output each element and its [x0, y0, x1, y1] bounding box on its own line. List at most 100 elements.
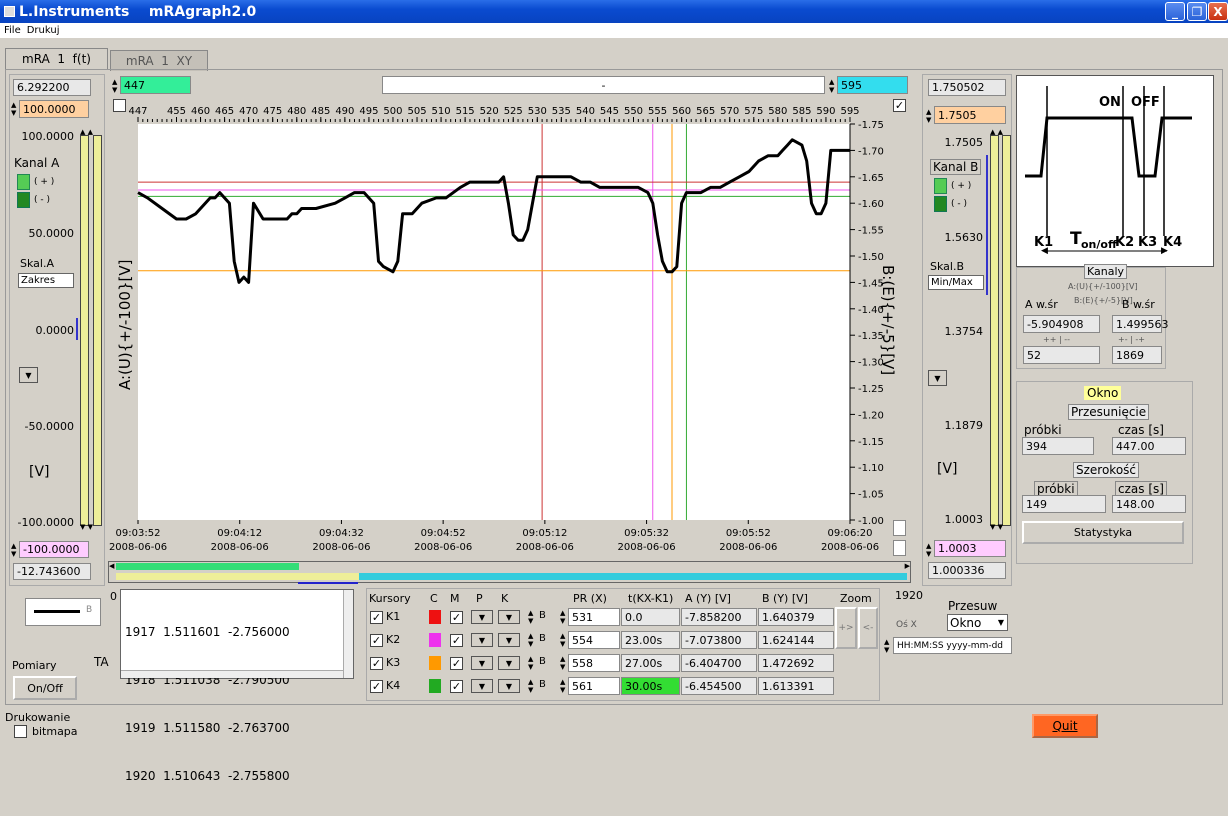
cursor-p-dropdown[interactable]: ▼: [471, 656, 493, 670]
cursor-pr-spinner[interactable]: ▲ ▼: [560, 632, 565, 648]
b-max-field[interactable]: 1.7505: [934, 106, 1006, 124]
onoff-button[interactable]: On/Off: [13, 676, 77, 700]
start-field[interactable]: 447: [120, 76, 191, 94]
list-hscroll[interactable]: [121, 670, 343, 678]
cursor-k-dropdown[interactable]: ▼: [498, 679, 520, 693]
cursor-m-checkbox[interactable]: ✓: [450, 680, 463, 693]
cursor-color-swatch[interactable]: [429, 656, 441, 670]
a-min-slider[interactable]: [93, 135, 102, 526]
cursor-pr-spinner[interactable]: ▲ ▼: [560, 678, 565, 694]
range-marker: [298, 582, 358, 584]
b-down-button[interactable]: ▼: [928, 370, 947, 386]
a-max-slider[interactable]: [80, 135, 89, 526]
start-spinner[interactable]: ▲ ▼: [112, 78, 117, 94]
tab-ft[interactable]: mRA 1 f(t): [5, 48, 108, 69]
list-vscroll[interactable]: [343, 590, 353, 678]
cursor-ab-spinner[interactable]: ▲ ▼: [528, 609, 533, 625]
kanal-a-plus-label: ( + ): [34, 177, 55, 187]
cursor-ab-spinner[interactable]: ▲ ▼: [528, 655, 533, 671]
cursor-color-swatch[interactable]: [429, 633, 441, 647]
cursor-ab-spinner[interactable]: ▲ ▼: [528, 678, 533, 694]
range-scroller[interactable]: ◀ ▶: [108, 561, 911, 583]
cursor-pr-field[interactable]: 554: [568, 631, 620, 649]
right-small-box-2[interactable]: [893, 540, 906, 556]
skal-a-select[interactable]: Zakres: [18, 273, 74, 288]
y-tick-label: -1.55: [858, 226, 884, 237]
range-left-arrow[interactable]: ◀: [109, 562, 114, 570]
cursor-enable-checkbox[interactable]: ✓: [370, 611, 383, 624]
cursor-k-dropdown[interactable]: ▼: [498, 633, 520, 647]
list-zero-label: 0: [110, 590, 117, 603]
x-tick-label: 495: [359, 106, 378, 117]
cursor-m-checkbox[interactable]: ✓: [450, 611, 463, 624]
statystyka-button[interactable]: Statystyka: [1022, 521, 1184, 544]
time-format-field[interactable]: HH:MM:SS yyyy-mm-dd: [893, 637, 1012, 654]
data-list[interactable]: 1917 1.511601 -2.756000 1918 1.511038 -2…: [120, 589, 354, 783]
b-min-slider[interactable]: [1002, 135, 1011, 526]
b-tick-3: 1.3754: [944, 325, 984, 338]
cursor-pr-spinner[interactable]: ▲ ▼: [560, 655, 565, 671]
cursor-p-dropdown[interactable]: ▼: [471, 633, 493, 647]
right-small-box-1[interactable]: [893, 520, 906, 536]
kanal-a-minus-led[interactable]: [17, 192, 30, 208]
cursor-pr-field[interactable]: 561: [568, 677, 620, 695]
x-tick-label: 455: [167, 106, 186, 117]
b-small-label: +- | -+: [1118, 335, 1145, 344]
b-max-spinner[interactable]: ▲ ▼: [926, 108, 931, 124]
cursor-pr-field[interactable]: 531: [568, 608, 620, 626]
b-min-spinner[interactable]: ▲ ▼: [926, 542, 931, 558]
a-down-button[interactable]: ▼: [19, 367, 38, 383]
menu-drukuj[interactable]: Drukuj: [27, 25, 60, 36]
end-spinner[interactable]: ▲ ▼: [829, 78, 834, 94]
a-tick-3: 0.0000: [35, 324, 75, 337]
menu-file[interactable]: File: [4, 25, 21, 36]
cursor-pr-spinner[interactable]: ▲ ▼: [560, 609, 565, 625]
a-min-spinner[interactable]: ▲ ▼: [11, 542, 16, 558]
cursor-color-swatch[interactable]: [429, 679, 441, 693]
cursor-enable-checkbox[interactable]: ✓: [370, 680, 383, 693]
close-button[interactable]: X: [1208, 2, 1228, 21]
b-min-field[interactable]: 1.0003: [934, 540, 1006, 557]
end-field[interactable]: 595: [837, 76, 908, 94]
zoom-in-button[interactable]: +>: [835, 607, 857, 649]
przesuw-select[interactable]: Okno ▼: [947, 614, 1008, 631]
cursor-k-dropdown[interactable]: ▼: [498, 656, 520, 670]
range-right-arrow[interactable]: ▶: [905, 562, 910, 570]
x-tick-label: 535: [552, 106, 571, 117]
cursor-p-dropdown[interactable]: ▼: [471, 610, 493, 624]
przesuw-label: Przesuw: [948, 599, 998, 613]
cursor-enable-checkbox[interactable]: ✓: [370, 657, 383, 670]
kanal-b-minus-led[interactable]: [934, 196, 947, 212]
cursor-m-checkbox[interactable]: ✓: [450, 634, 463, 647]
chart-title-field[interactable]: -: [382, 76, 825, 94]
b-max-slider[interactable]: [990, 135, 999, 526]
skal-b-select[interactable]: Min/Max: [928, 275, 984, 290]
cursor-pr-field[interactable]: 558: [568, 654, 620, 672]
range-window-green: [116, 563, 299, 570]
minimize-button[interactable]: _: [1165, 2, 1185, 21]
bitmapa-checkbox[interactable]: [14, 725, 27, 738]
cursor-t-value: 23.00s: [621, 631, 680, 649]
date-tick-label: 2008-06-06: [414, 542, 472, 553]
format-spinner[interactable]: ▲ ▼: [884, 638, 889, 654]
cursor-p-dropdown[interactable]: ▼: [471, 679, 493, 693]
cursor-enable-checkbox[interactable]: ✓: [370, 634, 383, 647]
diagram-k1: K1: [1034, 235, 1053, 250]
cursor-m-checkbox[interactable]: ✓: [450, 657, 463, 670]
a-max-spinner[interactable]: ▲ ▼: [11, 101, 16, 117]
x-tick-label: 470: [239, 106, 258, 117]
cursor-b-value: 1.624144: [758, 631, 834, 649]
a-max-field[interactable]: 100.0000: [19, 100, 89, 118]
chart[interactable]: 447 455 460 465 470 475 480 485 490 495 500 505 510 5…: [108, 100, 918, 560]
tab-xy[interactable]: mRA 1 XY: [110, 50, 208, 71]
cursor-ab-spinner[interactable]: ▲ ▼: [528, 632, 533, 648]
cursor-k-dropdown[interactable]: ▼: [498, 610, 520, 624]
maximize-button[interactable]: ❐: [1187, 2, 1207, 21]
kanal-a-plus-led[interactable]: [17, 174, 30, 190]
x-tick-label: 560: [672, 106, 691, 117]
a-min-field[interactable]: -100.0000: [19, 541, 89, 558]
zoom-out-button[interactable]: <-: [858, 607, 878, 649]
cursor-color-swatch[interactable]: [429, 610, 441, 624]
quit-button[interactable]: Quit: [1032, 714, 1098, 738]
kanal-b-plus-led[interactable]: [934, 178, 947, 194]
